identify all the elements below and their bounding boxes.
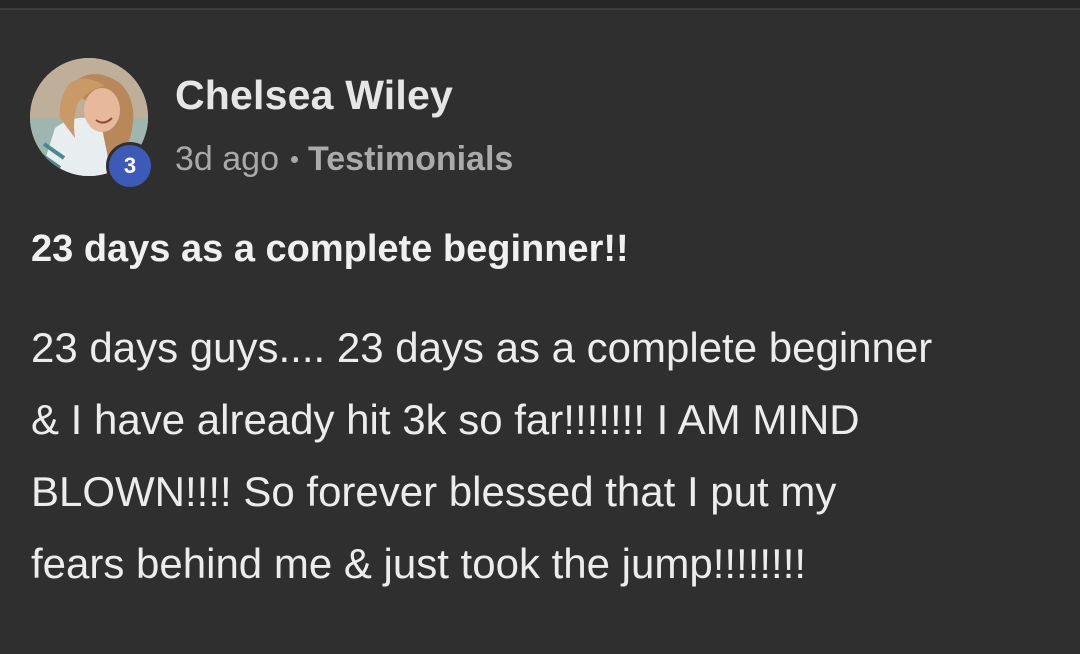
post-body[interactable]: 23 days guys.... 23 days as a complete b… xyxy=(31,312,1071,600)
post-time: 3d ago xyxy=(175,140,279,178)
author-name[interactable]: Chelsea Wiley xyxy=(175,70,453,120)
level-badge: 3 xyxy=(106,142,154,190)
post-category-link[interactable]: Testimonials xyxy=(308,137,513,181)
post-body-line: 23 days guys.... 23 days as a complete b… xyxy=(31,324,933,371)
separator-dot-icon xyxy=(291,155,298,163)
post-body-line: fears behind me & just took the jump!!!!… xyxy=(31,540,807,587)
post-title[interactable]: 23 days as a complete beginner!! xyxy=(31,224,629,274)
post-card: 3 Chelsea Wiley 3d ago Testimonials 23 d… xyxy=(0,0,1080,654)
author-avatar-group[interactable]: 3 xyxy=(30,58,154,190)
post-meta: 3d ago Testimonials xyxy=(175,137,513,181)
post-body-line: BLOWN!!!! So forever blessed that I put … xyxy=(31,468,837,515)
post-body-line: & I have already hit 3k so far!!!!!!! I … xyxy=(31,396,860,443)
